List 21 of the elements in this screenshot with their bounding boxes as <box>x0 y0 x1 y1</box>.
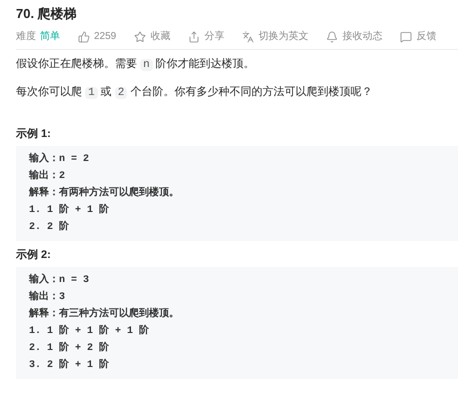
bell-button[interactable]: 接收动态 <box>326 29 382 44</box>
example-heading: 示例 2: <box>16 248 52 263</box>
share-icon <box>188 30 200 42</box>
translate-icon <box>242 30 254 42</box>
share-button[interactable]: 分享 <box>188 29 224 44</box>
like-button[interactable]: 2259 <box>78 29 116 44</box>
translate-button[interactable]: 切换为英文 <box>242 29 308 44</box>
thumbs-up-icon <box>78 30 90 42</box>
example-code-block: 输入：n = 3 输出：3 解释：有三种方法可以爬到楼顶。 1. 1 阶 + 1 阶 + 1 阶 2. 1 阶 + 2 阶 3. 2 阶 + 1 阶 <box>16 267 458 379</box>
description-text: 假设你正在爬楼梯。需要 n 阶你才能到达楼顶。 <box>16 57 256 73</box>
feedback-button[interactable]: 反馈 <box>400 29 436 44</box>
star-button[interactable]: 收藏 <box>134 29 170 44</box>
bell-icon <box>326 30 338 42</box>
description-text: 每次你可以爬 1 或 2 个台阶。你有多少种不同的方法可以爬到楼顶呢？ <box>16 84 374 101</box>
star-icon <box>134 30 146 42</box>
speech-bubble-icon <box>400 30 412 42</box>
difficulty-label: 难度 <box>16 30 36 44</box>
difficulty-value: 简单 <box>40 30 60 44</box>
example-heading: 示例 1: <box>16 127 52 142</box>
example-code-block: 输入：n = 2 输出：2 解释：有两种方法可以爬到楼顶。 1. 1 阶 + 1 阶 2. 2 阶 <box>16 146 458 241</box>
problem-title: 70. 爬楼梯 <box>16 5 78 23</box>
